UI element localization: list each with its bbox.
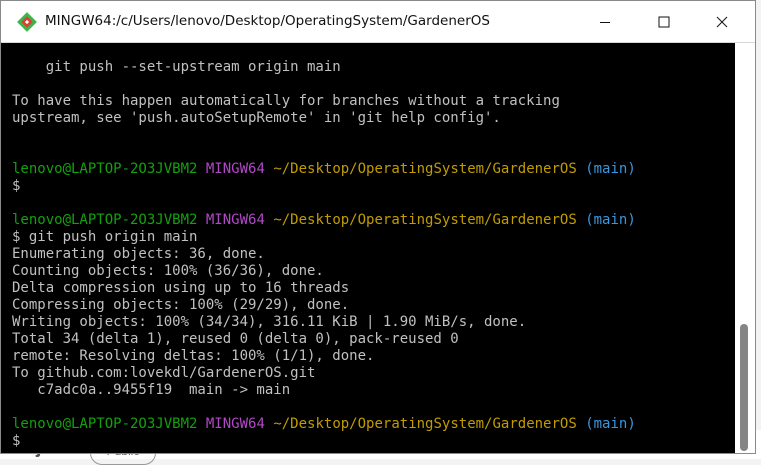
git-bash-icon (17, 12, 37, 32)
output-line: Writing objects: 100% (34/34), 316.11 Ki… (12, 314, 527, 330)
prompt-path: ~/Desktop/OperatingSystem/GardenerOS (273, 212, 577, 228)
output-line: Delta compression using up to 16 threads (12, 280, 350, 296)
maximize-button[interactable] (636, 1, 692, 42)
prompt-line: lenovo@LAPTOP-2O3JVBM2 MINGW64 ~/Desktop… (12, 416, 735, 433)
command-line: $ (12, 178, 21, 194)
prompt-user-host: lenovo@LAPTOP-2O3JVBM2 (12, 161, 198, 177)
prompt-line: lenovo@LAPTOP-2O3JVBM2 MINGW64 ~/Desktop… (12, 161, 735, 178)
prompt-line: lenovo@LAPTOP-2O3JVBM2 MINGW64 ~/Desktop… (12, 212, 735, 229)
vertical-scrollbar[interactable] (735, 43, 755, 453)
prompt-branch: (main) (585, 212, 636, 228)
terminal-output[interactable]: git push --set-upstream origin main To h… (1, 43, 735, 453)
prompt-user-host: lenovo@LAPTOP-2O3JVBM2 (12, 212, 198, 228)
prompt-env: MINGW64 (205, 161, 265, 177)
close-icon (716, 16, 728, 27)
prompt-path: ~/Desktop/OperatingSystem/GardenerOS (273, 416, 577, 432)
output-line: remote: Resolving deltas: 100% (1/1), do… (12, 348, 375, 364)
prompt-user-host: lenovo@LAPTOP-2O3JVBM2 (12, 416, 198, 432)
output-line: c7adc0a..9455f19 main -> main (12, 382, 291, 398)
output-line: Total 34 (delta 1), reused 0 (delta 0), … (12, 331, 459, 347)
command-line: $ git push origin main (12, 229, 198, 245)
terminal-window[interactable]: MINGW64:/c/Users/lenovo/Desktop/Operatin… (0, 0, 756, 454)
minimize-button[interactable] (577, 1, 633, 42)
prompt-branch: (main) (585, 416, 636, 432)
maximize-icon (658, 16, 670, 27)
output-line: Enumerating objects: 36, done. (12, 246, 265, 262)
terminal-line: git push --set-upstream origin main (12, 59, 341, 75)
output-line: Counting objects: 100% (36/36), done. (12, 263, 324, 279)
prompt-env: MINGW64 (205, 416, 265, 432)
close-button[interactable] (694, 1, 750, 42)
window-title: MINGW64:/c/Users/lenovo/Desktop/Operatin… (45, 13, 490, 29)
prompt-env: MINGW64 (205, 212, 265, 228)
terminal-line: upstream, see 'push.autoSetupRemote' in … (12, 110, 501, 126)
output-line: Compressing objects: 100% (29/29), done. (12, 297, 350, 313)
terminal-line: To have this happen automatically for br… (12, 93, 560, 109)
command-line: $ (12, 433, 21, 449)
minimize-icon (600, 21, 610, 23)
prompt-path: ~/Desktop/OperatingSystem/GardenerOS (273, 161, 577, 177)
scrollbar-thumb[interactable] (740, 324, 748, 451)
title-bar[interactable]: MINGW64:/c/Users/lenovo/Desktop/Operatin… (1, 1, 755, 43)
output-line: To github.com:lovekdl/GardenerOS.git (12, 365, 316, 381)
prompt-branch: (main) (585, 161, 636, 177)
